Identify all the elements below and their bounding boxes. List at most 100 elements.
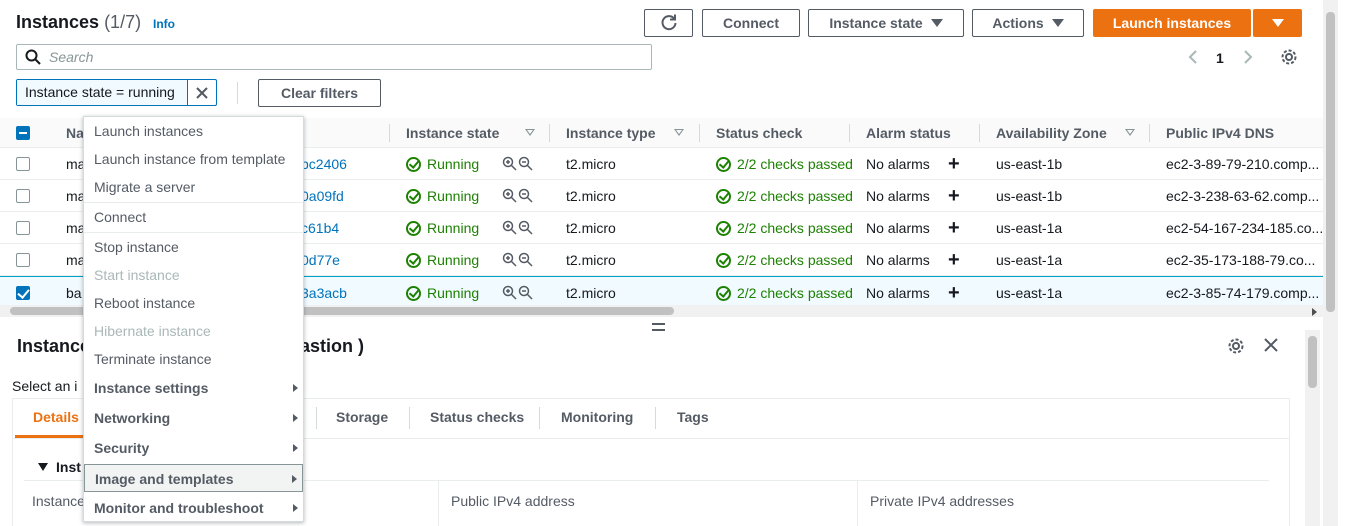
add-alarm-icon[interactable]: + bbox=[948, 250, 960, 270]
col-status-check[interactable]: Status check bbox=[716, 125, 802, 141]
instance-type: t2.micro bbox=[566, 285, 616, 301]
sort-icon[interactable] bbox=[1125, 129, 1135, 136]
search-input[interactable]: Search bbox=[16, 44, 652, 70]
actions-button[interactable]: Actions bbox=[972, 9, 1084, 37]
submenu-arrow-icon bbox=[293, 444, 298, 452]
panel-vertical-scrollbar[interactable] bbox=[1305, 330, 1320, 526]
instance-id-link[interactable]: 0d77e bbox=[301, 252, 340, 268]
status-check[interactable]: 2/2 checks passed bbox=[716, 220, 853, 236]
zoom-in-icon[interactable] bbox=[502, 285, 517, 300]
tab-monitoring[interactable]: Monitoring bbox=[561, 409, 633, 425]
col-public-dns[interactable]: Public IPv4 DNS bbox=[1166, 125, 1274, 141]
filter-token[interactable]: Instance state = running bbox=[16, 79, 217, 106]
row-checkbox[interactable] bbox=[16, 157, 30, 171]
status-check[interactable]: 2/2 checks passed bbox=[716, 252, 853, 268]
launch-instances-button[interactable]: Launch instances bbox=[1093, 9, 1251, 37]
sort-icon[interactable] bbox=[525, 129, 535, 136]
tab-status-checks[interactable]: Status checks bbox=[430, 409, 524, 425]
row-checkbox[interactable] bbox=[16, 286, 30, 300]
instance-state: Running bbox=[406, 188, 479, 204]
prev-page-icon[interactable] bbox=[1187, 49, 1199, 65]
refresh-button[interactable] bbox=[644, 9, 693, 37]
close-icon[interactable] bbox=[1263, 337, 1279, 353]
zoom-in-icon[interactable] bbox=[502, 252, 517, 267]
menu-item-stop-instance[interactable]: Stop instance bbox=[84, 233, 303, 261]
clear-filters-button[interactable]: Clear filters bbox=[258, 79, 381, 107]
zoom-out-icon[interactable] bbox=[518, 285, 533, 300]
status-check[interactable]: 2/2 checks passed bbox=[716, 285, 853, 301]
tab-details[interactable]: Details bbox=[33, 409, 79, 425]
status-check[interactable]: 2/2 checks passed bbox=[716, 188, 853, 204]
menu-item-instance-settings[interactable]: Instance settings bbox=[84, 374, 303, 402]
col-name[interactable]: Na bbox=[66, 125, 84, 141]
status-check-text: 2/2 checks passed bbox=[737, 156, 853, 172]
page-vertical-scrollbar[interactable] bbox=[1323, 0, 1338, 526]
scrollbar-thumb[interactable] bbox=[1326, 12, 1335, 312]
zoom-in-icon[interactable] bbox=[502, 220, 517, 235]
add-alarm-icon[interactable]: + bbox=[948, 154, 960, 174]
add-alarm-icon[interactable]: + bbox=[948, 218, 960, 238]
alarm-status: No alarms bbox=[866, 220, 930, 236]
menu-item-label: Networking bbox=[94, 410, 171, 426]
instance-state: Running bbox=[406, 285, 479, 301]
next-page-icon[interactable] bbox=[1242, 49, 1254, 65]
add-alarm-icon[interactable]: + bbox=[948, 186, 960, 206]
gear-icon[interactable] bbox=[1280, 48, 1298, 66]
zoom-out-icon[interactable] bbox=[518, 220, 533, 235]
zoom-in-icon[interactable] bbox=[502, 156, 517, 171]
tab-storage[interactable]: Storage bbox=[336, 409, 388, 425]
row-checkbox[interactable] bbox=[16, 189, 30, 203]
menu-item-connect[interactable]: Connect bbox=[84, 203, 303, 231]
search-placeholder: Search bbox=[49, 49, 94, 65]
instance-summary-section[interactable]: Inst bbox=[38, 459, 81, 475]
menu-item-reboot-instance[interactable]: Reboot instance bbox=[84, 289, 303, 317]
remove-filter-button[interactable] bbox=[188, 80, 216, 105]
row-checkbox[interactable] bbox=[16, 253, 30, 267]
menu-item-label: Image and templates bbox=[95, 471, 234, 487]
menu-item-migrate-a-server[interactable]: Migrate a server bbox=[84, 173, 303, 201]
col-availability-zone[interactable]: Availability Zone bbox=[996, 125, 1107, 141]
col-separator bbox=[549, 124, 550, 142]
zoom-out-icon[interactable] bbox=[518, 252, 533, 267]
sort-icon[interactable] bbox=[674, 129, 684, 136]
zoom-out-icon[interactable] bbox=[518, 188, 533, 203]
menu-item-terminate-instance[interactable]: Terminate instance bbox=[84, 345, 303, 373]
connect-button[interactable]: Connect bbox=[702, 9, 800, 37]
col-instance-state[interactable]: Instance state bbox=[406, 125, 499, 141]
menu-item-security[interactable]: Security bbox=[84, 434, 303, 462]
menu-item-monitor-and-troubleshoot[interactable]: Monitor and troubleshoot bbox=[84, 494, 303, 522]
instance-state-text: Running bbox=[427, 156, 480, 172]
menu-item-launch-instances[interactable]: Launch instances bbox=[84, 117, 303, 145]
page-number[interactable]: 1 bbox=[1216, 50, 1224, 66]
gear-icon[interactable] bbox=[1227, 337, 1245, 355]
menu-item-label: Connect bbox=[94, 209, 147, 225]
scrollbar-thumb[interactable] bbox=[1308, 336, 1317, 388]
info-link[interactable]: Info bbox=[153, 17, 175, 31]
select-all-checkbox[interactable] bbox=[16, 126, 30, 140]
page-title-text: Instances bbox=[16, 12, 100, 32]
zoom-out-icon[interactable] bbox=[518, 156, 533, 171]
scroll-right-icon[interactable] bbox=[1312, 308, 1317, 316]
instance-id-link[interactable]: 3a3acb bbox=[301, 285, 347, 301]
menu-item-label: Hibernate instance bbox=[94, 323, 211, 339]
row-checkbox[interactable] bbox=[16, 221, 30, 235]
divider bbox=[438, 481, 439, 526]
menu-item-launch-instance-from-template[interactable]: Launch instance from template bbox=[84, 145, 303, 173]
instance-id-link[interactable]: 0a09fd bbox=[301, 188, 344, 204]
instance-id-link[interactable]: bc2406 bbox=[301, 156, 347, 172]
zoom-in-icon[interactable] bbox=[502, 188, 517, 203]
instance-type: t2.micro bbox=[566, 156, 616, 172]
detail-label-instance: Instance bbox=[32, 493, 85, 509]
split-panel-handle[interactable] bbox=[652, 323, 665, 331]
menu-item-image-and-templates[interactable]: Image and templates bbox=[84, 464, 303, 492]
instance-id-link[interactable]: c61b4 bbox=[301, 220, 339, 236]
col-alarm-status[interactable]: Alarm status bbox=[866, 125, 951, 141]
tab-tags[interactable]: Tags bbox=[677, 409, 709, 425]
launch-instances-dropdown[interactable] bbox=[1253, 9, 1302, 37]
col-instance-type[interactable]: Instance type bbox=[566, 125, 655, 141]
add-alarm-icon[interactable]: + bbox=[948, 283, 960, 303]
menu-item-networking[interactable]: Networking bbox=[84, 404, 303, 432]
instance-state-button[interactable]: Instance state bbox=[808, 9, 964, 37]
divider bbox=[857, 481, 858, 526]
status-check[interactable]: 2/2 checks passed bbox=[716, 156, 853, 172]
